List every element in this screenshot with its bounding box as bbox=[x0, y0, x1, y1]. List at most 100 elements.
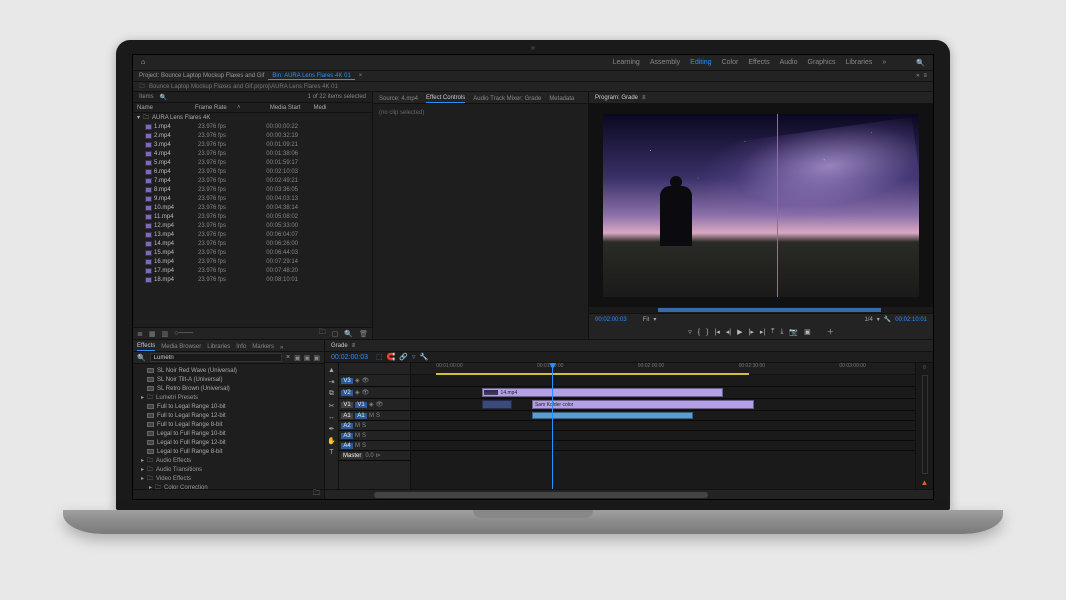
clip-video[interactable]: Sam Kolder color bbox=[532, 400, 754, 409]
button-editor-icon[interactable]: ＋ bbox=[827, 327, 834, 337]
bin-clip-row[interactable]: 5.mp423.976 fps00:01:59:17 bbox=[133, 158, 372, 167]
effects-item[interactable]: Full to Legal Range 10-bit bbox=[133, 402, 324, 411]
project-tab[interactable]: Project: Bounce Laptop Mockup Flaxes and… bbox=[139, 73, 264, 79]
bin-clip-row[interactable]: 17.mp423.976 fps00:07:48:20 bbox=[133, 266, 372, 275]
selection-tool-icon[interactable]: ▲ bbox=[328, 367, 335, 374]
effects-item[interactable]: Legal to Full Range 8-bit bbox=[133, 447, 324, 456]
tab-metadata[interactable]: Metadata bbox=[549, 96, 574, 103]
track-v3[interactable] bbox=[411, 375, 915, 387]
search-icon[interactable]: 🔍 bbox=[916, 59, 925, 67]
settings-wrench-icon[interactable]: 🔧 bbox=[884, 316, 891, 323]
clear-icon[interactable]: × bbox=[286, 354, 290, 361]
program-tab[interactable]: Program: Grade bbox=[595, 95, 638, 101]
track-head-a2[interactable]: A2MS bbox=[339, 421, 410, 431]
tab-effects[interactable]: Effects bbox=[137, 343, 155, 351]
fx-badge-icon[interactable]: ▣ bbox=[304, 354, 311, 362]
home-icon[interactable]: ⌂ bbox=[141, 59, 145, 66]
trash-icon[interactable]: 🗑 bbox=[359, 330, 368, 338]
bin-clip-row[interactable]: 2.mp423.976 fps00:00:32:19 bbox=[133, 131, 372, 140]
bin-clip-row[interactable]: 8.mp423.976 fps00:03:36:05 bbox=[133, 185, 372, 194]
track-head-master[interactable]: Master0.0⊳ bbox=[339, 451, 410, 461]
bin-clip-row[interactable]: 15.mp423.976 fps00:06:44:03 bbox=[133, 248, 372, 257]
chevron-down-icon[interactable]: ▾ bbox=[653, 316, 656, 323]
settings-wrench-icon[interactable]: 🔧 bbox=[420, 353, 429, 361]
workspace-effects[interactable]: Effects bbox=[748, 59, 769, 67]
mark-out-icon[interactable]: } bbox=[706, 329, 708, 336]
track-head-v3[interactable]: V3◈👁 bbox=[339, 375, 410, 387]
bin-clip-row[interactable]: 12.mp423.976 fps00:05:33:00 bbox=[133, 221, 372, 230]
clip-video[interactable] bbox=[482, 400, 512, 409]
tab-effect-controls[interactable]: Effect Controls bbox=[426, 95, 465, 103]
bin-clip-row[interactable]: 6.mp423.976 fps00:02:10:03 bbox=[133, 167, 372, 176]
track-head-a4[interactable]: A4MS bbox=[339, 441, 410, 451]
new-bin-icon[interactable]: 🗀 bbox=[313, 489, 320, 500]
track-head-v1[interactable]: V1V1◈👁 bbox=[339, 399, 410, 411]
freeform-view-icon[interactable]: ▥ bbox=[162, 330, 169, 338]
new-bin-icon[interactable]: 🗀 bbox=[319, 328, 326, 339]
timeline-timecode[interactable]: 00:02:00:03 bbox=[331, 354, 368, 361]
overflow-icon[interactable]: » bbox=[280, 345, 283, 351]
step-back-icon[interactable]: ◂| bbox=[726, 328, 731, 336]
list-view-icon[interactable]: ≣ bbox=[137, 330, 143, 338]
effects-item[interactable]: SL Noir Red Wave (Universal) bbox=[133, 366, 324, 375]
bin-folder[interactable]: ▾ 🗀 AURA Lens Flares 4K bbox=[133, 113, 372, 122]
col-name[interactable]: Name bbox=[137, 105, 193, 111]
bin-clip-row[interactable]: 14.mp423.976 fps00:06:26:00 bbox=[133, 239, 372, 248]
workspace-assembly[interactable]: Assembly bbox=[650, 59, 680, 67]
zoom-fit[interactable]: Fit bbox=[643, 317, 650, 323]
go-to-out-icon[interactable]: ▸| bbox=[760, 328, 765, 336]
effects-folder[interactable]: ▸🗀Video Effects bbox=[133, 474, 324, 483]
clip-audio[interactable] bbox=[532, 412, 693, 419]
zoom-slider[interactable]: ○─── bbox=[174, 330, 193, 337]
bin-tab[interactable]: Bin: AURA Lens Flares 4K 01 bbox=[268, 73, 354, 80]
sequence-tab[interactable]: Grade bbox=[331, 343, 348, 349]
tab-markers[interactable]: Markers bbox=[252, 344, 274, 351]
playback-resolution[interactable]: 1/4 bbox=[864, 317, 872, 323]
add-marker-icon[interactable]: ▿ bbox=[688, 328, 692, 336]
hand-tool-icon[interactable]: ✋ bbox=[327, 437, 336, 445]
bin-clip-row[interactable]: 7.mp423.976 fps00:02:49:21 bbox=[133, 176, 372, 185]
type-tool-icon[interactable]: T bbox=[329, 449, 333, 456]
fx-badge-icon[interactable]: ▣ bbox=[313, 354, 320, 362]
track-head-a3[interactable]: A3MS bbox=[339, 431, 410, 441]
bin-clip-row[interactable]: 1.mp423.976 fps00:00:00:22 bbox=[133, 122, 372, 131]
bin-clip-row[interactable]: 10.mp423.976 fps00:04:38:14 bbox=[133, 203, 372, 212]
effects-item[interactable]: Legal to Full Range 10-bit bbox=[133, 429, 324, 438]
track-a4[interactable] bbox=[411, 441, 915, 451]
bin-clip-row[interactable]: 4.mp423.976 fps00:01:38:06 bbox=[133, 149, 372, 158]
effects-folder[interactable]: ▸🗀Audio Transitions bbox=[133, 465, 324, 474]
track-v1[interactable]: Sam Kolder color bbox=[411, 399, 915, 411]
tab-close-icon[interactable]: × bbox=[359, 73, 363, 79]
go-to-in-icon[interactable]: |◂ bbox=[714, 328, 719, 336]
bin-clip-row[interactable]: 9.mp423.976 fps00:04:03:13 bbox=[133, 194, 372, 203]
slip-tool-icon[interactable]: ↔ bbox=[328, 414, 335, 421]
effects-folder[interactable]: ▸🗀Audio Effects bbox=[133, 456, 324, 465]
timeline-h-scroll[interactable] bbox=[325, 489, 933, 499]
effects-folder[interactable]: ▸🗀Lumetri Presets bbox=[133, 393, 324, 402]
clip-video[interactable]: 14.mp4 bbox=[482, 388, 724, 397]
compare-icon[interactable]: ▣ bbox=[804, 328, 811, 336]
col-framerate[interactable]: Frame Rate bbox=[195, 105, 235, 111]
track-head-a1[interactable]: A1A1MS bbox=[339, 411, 410, 421]
tab-libraries[interactable]: Libraries bbox=[207, 344, 230, 351]
fx-badge-icon[interactable]: ▣ bbox=[294, 354, 301, 362]
effects-item[interactable]: Full to Legal Range 12-bit bbox=[133, 411, 324, 420]
icon-view-icon[interactable]: ▦ bbox=[149, 330, 156, 338]
panel-menu-icon[interactable]: ≡ bbox=[352, 343, 356, 349]
tab-info[interactable]: Info bbox=[236, 344, 246, 351]
workspace-graphics[interactable]: Graphics bbox=[808, 59, 836, 67]
effects-item[interactable]: SL Retro Brown (Universal) bbox=[133, 384, 324, 393]
search-icon[interactable]: 🔍 bbox=[160, 94, 167, 101]
timecode-current[interactable]: 00:02:00:03 bbox=[595, 317, 627, 323]
track-a2[interactable] bbox=[411, 421, 915, 431]
new-item-icon[interactable]: ▢ bbox=[332, 330, 339, 338]
effects-item[interactable]: SL Noir Tilt-A (Universal) bbox=[133, 375, 324, 384]
workspace-learning[interactable]: Learning bbox=[613, 59, 640, 67]
workspace-audio[interactable]: Audio bbox=[780, 59, 798, 67]
track-v2[interactable]: 14.mp4 bbox=[411, 387, 915, 399]
ripple-tool-icon[interactable]: ⧉ bbox=[329, 390, 334, 398]
workspace-libraries[interactable]: Libraries bbox=[846, 59, 873, 67]
timeline-playhead[interactable] bbox=[552, 363, 553, 489]
tab-audio-mixer[interactable]: Audio Track Mixer: Grade bbox=[473, 96, 541, 103]
linked-selection-icon[interactable]: 🔗 bbox=[399, 353, 408, 361]
